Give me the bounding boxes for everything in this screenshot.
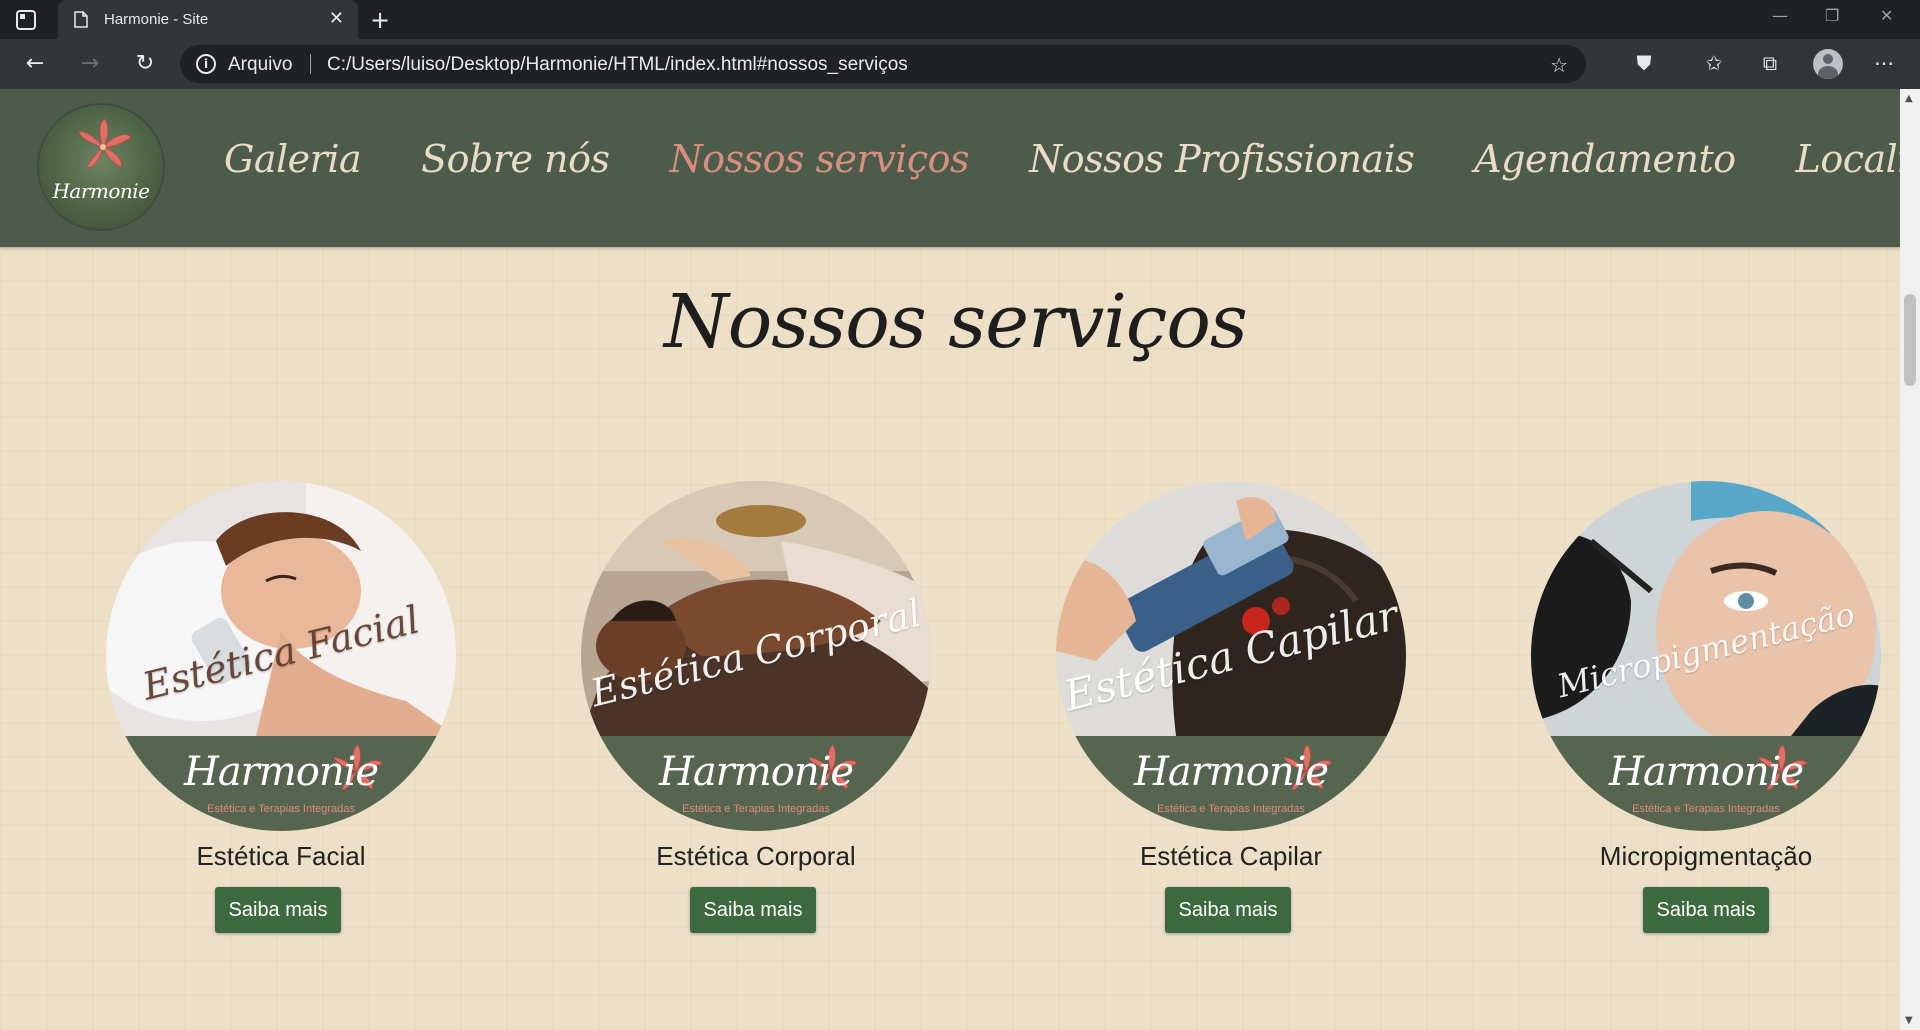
browser-tab[interactable]: Harmonie - Site ✕ [58, 0, 358, 39]
saiba-mais-button-micropigmentacao[interactable]: Saiba mais [1643, 887, 1769, 933]
url-text[interactable]: C:/Users/luiso/Desktop/Harmonie/HTML/ind… [327, 54, 908, 76]
band-subtitle-text: Estética e Terapias Integradas [1632, 803, 1780, 815]
service-image-corporal[interactable]: Estética Corporal Harmonie Estética e Te… [581, 481, 931, 831]
address-bar[interactable]: i Arquivo C:/Users/luiso/Desktop/Harmoni… [180, 45, 1586, 83]
service-label-corporal: Estética Corporal [656, 841, 856, 871]
main-nav: Galeria Sobre nós Nossos serviços Nossos… [224, 137, 1900, 197]
scroll-up-icon[interactable]: ▲ [1905, 93, 1913, 104]
forward-icon[interactable]: → [75, 49, 105, 79]
band-subtitle-text: Estética e Terapias Integradas [1157, 803, 1305, 815]
new-tab-icon[interactable]: + [370, 6, 390, 34]
collections-icon[interactable]: ⧉ [1756, 51, 1784, 75]
saiba-mais-button-capilar[interactable]: Saiba mais [1165, 887, 1291, 933]
band-brand-text: Harmonie [1608, 749, 1804, 795]
page-scrollbar[interactable]: ▲ ▼ [1900, 89, 1920, 1030]
refresh-icon[interactable]: ↻ [130, 49, 160, 79]
restore-icon[interactable]: ❐ [1825, 6, 1839, 25]
nav-item-agendamento[interactable]: Agendamento [1474, 137, 1736, 197]
favorites-icon[interactable]: ✩ [1700, 51, 1728, 75]
add-favorite-icon[interactable]: ☆ [1550, 53, 1568, 77]
browser-tab-bar: Harmonie - Site ✕ + — ❐ ✕ [0, 0, 1920, 39]
logo-text: Harmonie [52, 179, 150, 203]
document-icon [74, 11, 88, 28]
window-close-icon[interactable]: ✕ [1880, 6, 1893, 25]
site-logo[interactable]: Harmonie [39, 105, 163, 229]
nav-item-sobre-nos[interactable]: Sobre nós [421, 137, 610, 197]
service-image-facial[interactable]: Estética Facial Harmonie Estética e Tera… [106, 481, 456, 831]
band-brand-text: Harmonie [1133, 749, 1329, 795]
flower-icon [78, 118, 132, 168]
band-subtitle-text: Estética e Terapias Integradas [207, 803, 355, 815]
saiba-mais-button-corporal[interactable]: Saiba mais [690, 887, 816, 933]
tab-close-icon[interactable]: ✕ [329, 10, 344, 28]
service-label-micropigmentacao: Micropigmentação [1599, 841, 1813, 871]
more-menu-icon[interactable]: ⋯ [1870, 51, 1898, 75]
browser-toolbar: ← → ↻ i Arquivo C:/Users/luiso/Desktop/H… [0, 39, 1920, 89]
back-icon[interactable]: ← [20, 49, 50, 79]
tab-actions-icon[interactable] [14, 8, 38, 32]
service-label-capilar: Estética Capilar [1139, 841, 1323, 871]
section-title: Nossos serviços [664, 279, 1248, 365]
shield-icon[interactable]: ⛊ [1630, 51, 1658, 75]
service-label-facial: Estética Facial [196, 841, 366, 871]
scrollbar-thumb[interactable] [1904, 294, 1916, 386]
service-image-capilar[interactable]: Estética Capilar Harmonie Estética e Ter… [1056, 481, 1406, 831]
nav-item-galeria[interactable]: Galeria [224, 137, 362, 197]
address-label: Arquivo [228, 54, 293, 75]
minimize-icon[interactable]: — [1772, 6, 1788, 25]
service-image-micropigmentacao[interactable]: Micropigmentação Harmonie Estética e Ter… [1531, 481, 1881, 831]
address-separator [310, 54, 311, 74]
info-icon[interactable]: i [196, 54, 216, 74]
tab-title: Harmonie - Site [104, 11, 209, 28]
nav-item-localizacao[interactable]: Localização [1796, 137, 1900, 197]
band-brand-text: Harmonie [183, 749, 379, 795]
nav-item-nossos-servicos[interactable]: Nossos serviços [669, 137, 969, 197]
page-viewport: Harmonie Galeria Sobre nós Nossos serviç… [0, 89, 1900, 1030]
nav-item-nossos-profissionais[interactable]: Nossos Profissionais [1029, 137, 1415, 197]
scroll-down-icon[interactable]: ▼ [1905, 1015, 1913, 1026]
profile-avatar[interactable] [1813, 49, 1843, 79]
site-header: Harmonie Galeria Sobre nós Nossos serviç… [0, 89, 1900, 247]
band-brand-text: Harmonie [658, 749, 854, 795]
saiba-mais-button-facial[interactable]: Saiba mais [215, 887, 341, 933]
band-subtitle-text: Estética e Terapias Integradas [682, 803, 830, 815]
